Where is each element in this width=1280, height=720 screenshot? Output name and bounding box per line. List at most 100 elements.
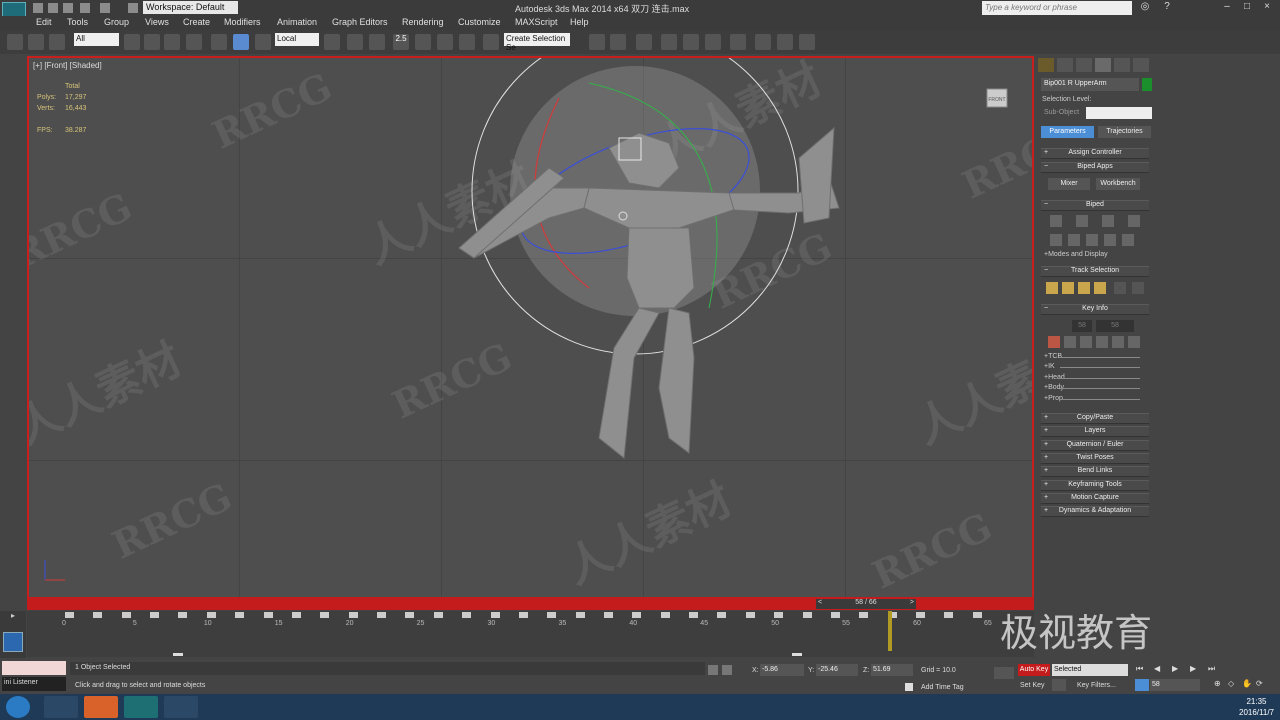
select-by-name-icon[interactable]: [144, 34, 160, 50]
schematic-view-icon[interactable]: [705, 34, 721, 50]
trajectories-tab[interactable]: Trajectories: [1098, 126, 1151, 138]
goto-end-icon[interactable]: ⏭: [1208, 664, 1215, 674]
body-horizontal-icon[interactable]: [1046, 282, 1058, 294]
workspace-dropdown[interactable]: Workspace: Default: [143, 1, 238, 14]
taskbar-3dsmax-icon[interactable]: [124, 696, 158, 718]
percent-snap-icon[interactable]: [437, 34, 453, 50]
reference-coord-dropdown[interactable]: Local: [275, 33, 319, 46]
pivot-center-icon[interactable]: [324, 34, 340, 50]
hierarchy-tab-icon[interactable]: [1076, 58, 1092, 72]
viewcube[interactable]: FRONT: [975, 83, 1015, 113]
x-coordinate-field[interactable]: -5.86: [760, 664, 804, 676]
move-icon[interactable]: [211, 34, 227, 50]
timeline-key[interactable]: [235, 612, 245, 618]
taskbar-app-icon[interactable]: [44, 696, 78, 718]
timeline-key[interactable]: [518, 612, 528, 618]
load-file-icon[interactable]: [1068, 234, 1080, 246]
set-free-key-icon[interactable]: [1112, 336, 1124, 348]
menu-help[interactable]: Help: [570, 17, 589, 27]
angle-snap-icon[interactable]: [415, 34, 431, 50]
save-file-icon[interactable]: [1086, 234, 1098, 246]
pan-icon[interactable]: ✋: [1242, 679, 1252, 688]
biped-playback-icon[interactable]: [1050, 234, 1062, 246]
rollout-copy-paste[interactable]: + Copy/Paste: [1041, 413, 1149, 424]
rollout-quaternion-euler[interactable]: + Quaternion / Euler: [1041, 440, 1149, 451]
taskbar-powerpoint-icon[interactable]: [84, 696, 118, 718]
timeline-key[interactable]: [150, 612, 160, 618]
maxscript-listener-output[interactable]: ini Listener: [2, 677, 66, 691]
link-icon[interactable]: [7, 34, 23, 50]
timeline-key[interactable]: [462, 612, 472, 618]
timeline-key[interactable]: [547, 612, 557, 618]
menu-views[interactable]: Views: [145, 17, 169, 27]
redo-icon[interactable]: [100, 3, 110, 13]
expand-track-bar-icon[interactable]: ▸: [0, 611, 26, 626]
rollout-biped[interactable]: − Biped: [1041, 200, 1149, 211]
binoculars-icon[interactable]: ◎: [1138, 1, 1152, 14]
scale-icon[interactable]: [255, 34, 271, 50]
timeline-key[interactable]: [774, 612, 784, 618]
rotate-icon[interactable]: [233, 34, 249, 50]
menu-tools[interactable]: Tools: [67, 17, 88, 27]
close-icon[interactable]: ×: [1260, 1, 1274, 14]
set-sliding-key-icon[interactable]: [1096, 336, 1108, 348]
timeline-key[interactable]: [291, 612, 301, 618]
taskbar-clock[interactable]: 21:35 2016/11/7: [1239, 696, 1274, 718]
figure-mode-icon[interactable]: [1050, 215, 1062, 227]
rollout-key-info[interactable]: − Key Info: [1041, 304, 1149, 315]
modify-tab-icon[interactable]: [1057, 58, 1073, 72]
range-start-marker[interactable]: [173, 653, 183, 656]
motion-tab-icon[interactable]: [1095, 58, 1111, 72]
set-key-icon[interactable]: [1048, 336, 1060, 348]
render-setup-icon[interactable]: [755, 34, 771, 50]
open-file-icon[interactable]: [48, 3, 58, 13]
new-file-icon[interactable]: [33, 3, 43, 13]
timeline-key[interactable]: [830, 612, 840, 618]
layer-manager-icon[interactable]: [636, 34, 652, 50]
rollout-track-selection[interactable]: − Track Selection: [1041, 266, 1149, 277]
timeline-key[interactable]: [604, 612, 613, 618]
zoom-icon[interactable]: ⊕: [1214, 679, 1221, 688]
mixer-mode-icon[interactable]: [1128, 215, 1140, 227]
render-teapot-icon[interactable]: [799, 34, 815, 50]
key-mode-icon[interactable]: [994, 667, 1014, 679]
play-icon[interactable]: ▶: [1172, 664, 1178, 673]
key-info-row[interactable]: +IK: [1044, 363, 1055, 370]
key-number-field[interactable]: 58: [1072, 320, 1092, 332]
menu-create[interactable]: Create: [183, 17, 210, 27]
timeline-track[interactable]: 0 5 10 15 20 25 30 35 40 45 50 55 60 65: [27, 611, 1034, 657]
timeline-key[interactable]: [575, 612, 585, 618]
add-time-tag-button[interactable]: Add Time Tag: [921, 684, 964, 691]
modes-and-display-rollout[interactable]: +Modes and Display: [1044, 251, 1108, 258]
timeline-key[interactable]: [206, 612, 216, 618]
set-planted-key-icon[interactable]: [1080, 336, 1092, 348]
lock-com-keying-icon[interactable]: [1094, 282, 1106, 294]
object-name-field[interactable]: Bip001 R UpperArm: [1041, 78, 1139, 91]
curve-editor-icon[interactable]: [683, 34, 699, 50]
key-selection-dropdown[interactable]: Selected: [1052, 664, 1128, 676]
sub-object-dropdown[interactable]: [1086, 107, 1152, 119]
mixer-button[interactable]: Mixer: [1048, 178, 1090, 190]
timeline-key[interactable]: [802, 612, 812, 618]
field-of-view-icon[interactable]: ◇: [1228, 679, 1234, 688]
keyboard-shortcut-icon[interactable]: [369, 34, 385, 50]
rollout-layers[interactable]: + Layers: [1041, 426, 1149, 437]
timeline-key[interactable]: [65, 612, 74, 618]
orbit-icon[interactable]: ⟳: [1256, 679, 1263, 688]
maxscript-listener-input[interactable]: [2, 661, 66, 675]
named-selection-dropdown[interactable]: Create Selection Se: [504, 33, 570, 52]
auto-key-button[interactable]: Auto Key: [1018, 664, 1050, 676]
timeline-key[interactable]: [632, 612, 642, 618]
menu-graph-editors[interactable]: Graph Editors: [332, 17, 388, 27]
maximize-icon[interactable]: □: [1240, 1, 1254, 14]
menu-maxscript[interactable]: MAXScript: [515, 17, 558, 27]
set-key-button[interactable]: Set Key: [1020, 682, 1045, 689]
front-viewport[interactable]: [+] [Front] [Shaded] Total Polys: 17,297 …: [27, 56, 1034, 609]
menu-modifiers[interactable]: Modifiers: [224, 17, 261, 27]
align-icon[interactable]: [610, 34, 626, 50]
key-filters-button[interactable]: Key Filters...: [1077, 682, 1116, 689]
timeline-key[interactable]: [320, 612, 330, 618]
next-frame-icon[interactable]: >: [910, 599, 914, 606]
timeline-key[interactable]: [660, 612, 670, 618]
timeline-key[interactable]: [121, 612, 131, 618]
